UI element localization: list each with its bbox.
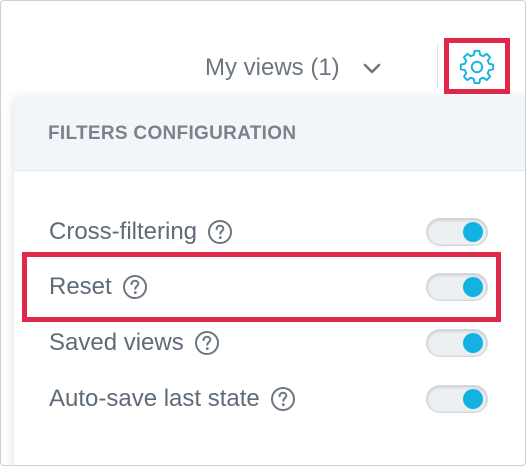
help-icon[interactable] [207, 219, 233, 245]
cross-filtering-toggle[interactable] [426, 218, 488, 246]
my-views-label: My views (1) [205, 54, 340, 81]
saved-views-toggle[interactable] [426, 329, 488, 357]
toggle-knob [463, 222, 483, 242]
toggle-knob [463, 333, 483, 353]
filters-configuration-window: My views (1) FILTERS CONFIGURATION Cross… [0, 0, 526, 466]
toolbar-divider [437, 43, 438, 89]
setting-label-cross-filtering: Cross-filtering [49, 218, 198, 245]
top-bar: My views (1) [1, 1, 525, 111]
my-views-dropdown[interactable]: My views (1) [205, 51, 382, 85]
toggle-knob [463, 389, 483, 409]
chevron-down-icon [363, 63, 380, 74]
setting-row-saved-views: Saved views [14, 315, 525, 371]
setting-label-saved-views: Saved views [49, 329, 184, 356]
setting-label-auto-save: Auto-save last state [49, 385, 260, 412]
reset-highlight-box [22, 252, 501, 322]
help-icon[interactable] [194, 330, 220, 356]
panel-title: FILTERS CONFIGURATION [14, 97, 525, 171]
settings-button[interactable] [444, 38, 510, 94]
auto-save-toggle[interactable] [426, 385, 488, 413]
setting-row-auto-save: Auto-save last state [14, 371, 525, 427]
help-icon[interactable] [270, 386, 296, 412]
gear-icon [459, 49, 495, 85]
